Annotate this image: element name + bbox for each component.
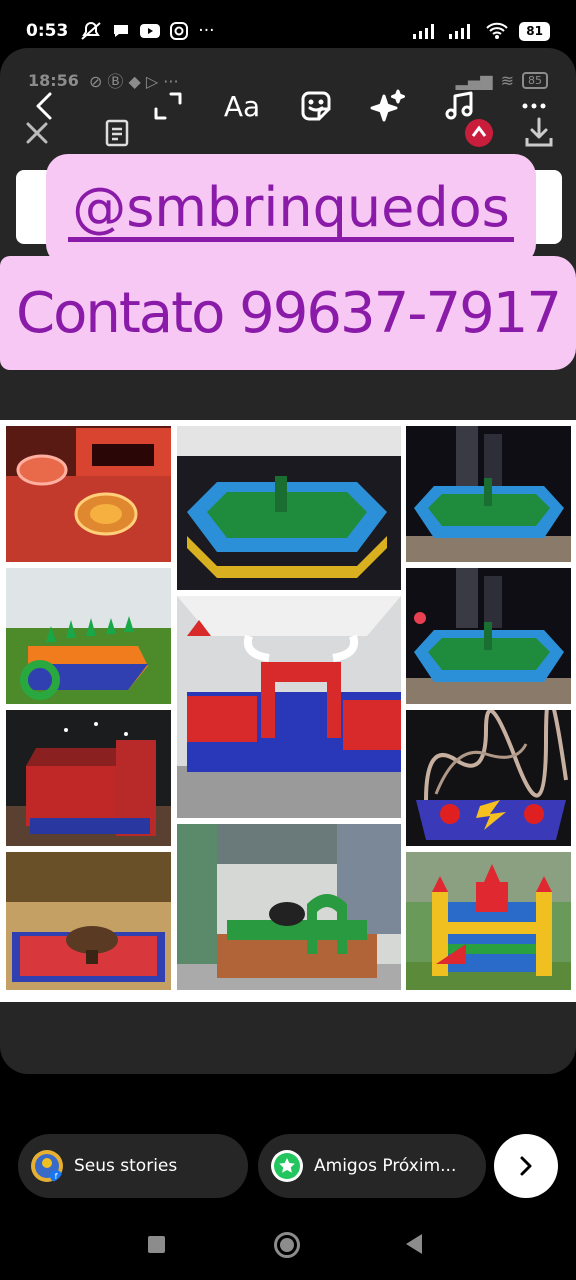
close-friends-label: Amigos Próxim... — [314, 1156, 457, 1176]
story-editor: 18:56 ⊘ Ⓑ ◆ ▷ ··· ▂▄▆ ≋ 85 Aa @smbrinque… — [0, 48, 576, 1074]
your-stories-label: Seus stories — [74, 1156, 178, 1176]
photo-arcade-game — [6, 426, 171, 562]
wifi-icon — [486, 22, 509, 39]
photo-hexagon-inflatable-indoor — [177, 426, 401, 590]
profile-avatar: f — [31, 1150, 63, 1182]
handle-text: @smbrinquedos — [68, 178, 514, 242]
photo-hexagon-night-1 — [406, 426, 571, 562]
chat-icon — [114, 25, 129, 37]
download-icon — [525, 117, 553, 147]
photo-bounce-castle — [406, 852, 571, 990]
photo-collage[interactable] — [0, 420, 576, 1002]
close-friends-button[interactable]: Amigos Próxim... — [258, 1134, 486, 1198]
back-nav-button[interactable] — [406, 1234, 422, 1254]
star-icon — [271, 1150, 303, 1182]
instagram-icon — [170, 22, 189, 40]
contact-text: Contato 99637-7917 — [15, 280, 562, 346]
note-icon — [105, 119, 129, 147]
contact-sticker[interactable]: Contato 99637-7917 — [0, 256, 576, 370]
close-button[interactable] — [24, 120, 50, 150]
more-icon — [522, 103, 546, 109]
chevron-right-icon — [520, 1156, 532, 1176]
mute-icon — [81, 22, 101, 40]
next-button[interactable] — [494, 1134, 558, 1198]
svg-text:f: f — [55, 1172, 58, 1181]
download-button[interactable] — [524, 116, 554, 152]
photo-wire-maze-game — [406, 710, 571, 846]
photo-outdoor-bull-inflatable — [177, 824, 401, 990]
signal-icon — [413, 24, 435, 39]
editor-subbar — [0, 114, 576, 154]
close-icon — [26, 122, 48, 144]
status-time: 0:53 — [26, 21, 69, 41]
mention-avatar-icon — [465, 119, 493, 147]
recents-button[interactable] — [148, 1236, 165, 1253]
battery-indicator: 81 — [519, 21, 550, 41]
youtube-icon — [140, 24, 161, 38]
photo-mechanical-bull-party — [6, 852, 171, 990]
signal-icon-2 — [449, 24, 471, 39]
home-button[interactable] — [274, 1232, 300, 1258]
handle-sticker[interactable]: @smbrinquedos — [46, 154, 536, 266]
photo-ring-toss-inflatable — [6, 568, 171, 704]
photo-indoor-inflatable — [6, 710, 171, 846]
photo-hexagon-night-2 — [406, 568, 571, 704]
photo-bull-inflatable — [177, 596, 401, 818]
mention-button[interactable] — [464, 118, 494, 152]
more-notifications-icon: ··· — [198, 21, 215, 41]
your-stories-button[interactable]: f Seus stories — [18, 1134, 248, 1198]
note-button[interactable] — [104, 118, 130, 152]
system-nav-bar — [0, 1212, 576, 1280]
